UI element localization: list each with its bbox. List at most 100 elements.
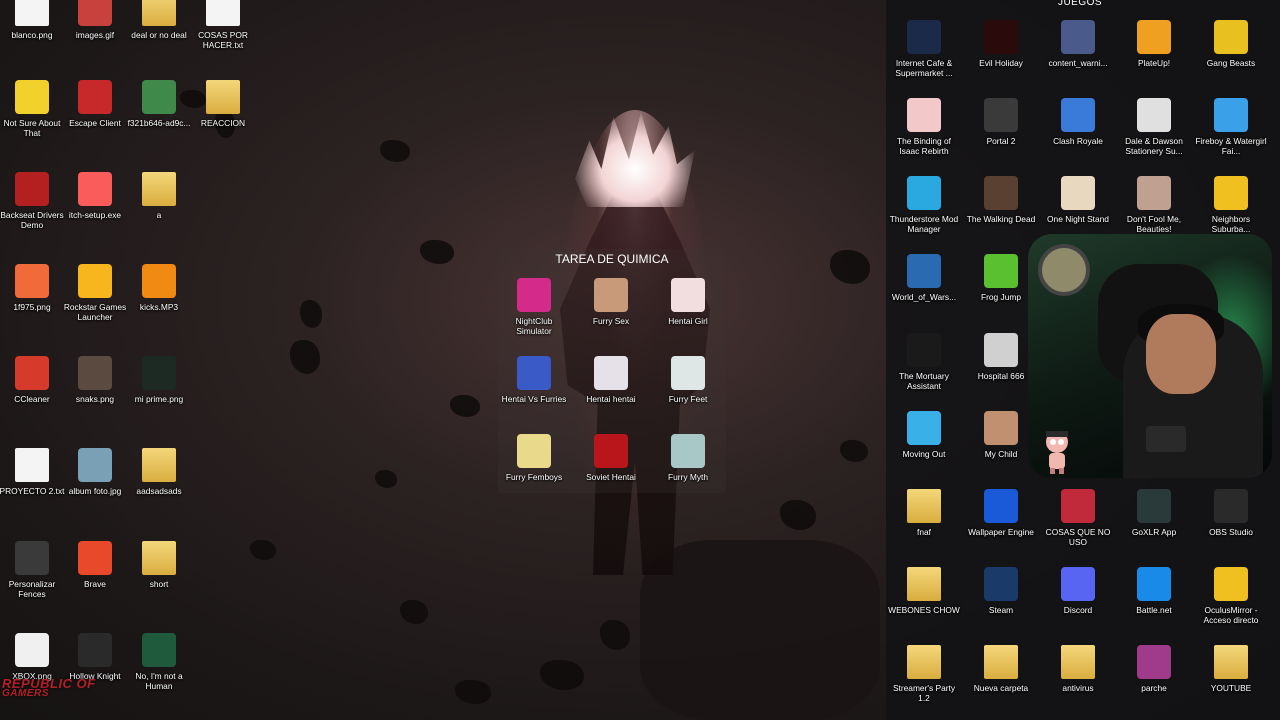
desktop-icon[interactable]: Rockstar Games Launcher bbox=[58, 264, 132, 322]
desktop-icon[interactable]: images.gif bbox=[58, 0, 132, 40]
warning-icon bbox=[1214, 567, 1248, 601]
desktop-icon-label: Fireboy & Watergirl Fai... bbox=[1195, 136, 1267, 156]
desktop-icon-label: Furry Sex bbox=[592, 316, 630, 326]
gang-beasts-icon bbox=[1214, 20, 1248, 54]
desktop-icon[interactable]: OculusMirror - Acceso directo bbox=[1194, 567, 1268, 625]
desktop-icon-label: PlateUp! bbox=[1137, 58, 1171, 68]
desktop-icon[interactable]: f321b646-ad9c... bbox=[122, 80, 196, 128]
desktop-icon[interactable]: Discord bbox=[1041, 567, 1115, 615]
games-panel-title[interactable]: JUEGOS bbox=[1010, 0, 1150, 8]
desktop-icon[interactable]: Hollow Knight bbox=[58, 633, 132, 681]
desktop-icon[interactable]: The Binding of Isaac Rebirth bbox=[887, 98, 961, 156]
desktop-icon[interactable]: Clash Royale bbox=[1041, 98, 1115, 146]
desktop-icon-label: kicks.MP3 bbox=[139, 302, 179, 312]
anime-blonde-icon bbox=[517, 434, 551, 468]
internet-cafe-icon bbox=[907, 20, 941, 54]
desktop-icon[interactable]: content_warni... bbox=[1041, 20, 1115, 68]
desktop-icon[interactable]: Furry Sex bbox=[574, 278, 648, 326]
brave-lion-icon bbox=[78, 541, 112, 575]
desktop-icon[interactable]: Dale & Dawson Stationery Su... bbox=[1117, 98, 1191, 156]
red-hexagon-icon bbox=[78, 80, 112, 114]
desktop-icon[interactable]: mi prime.png bbox=[122, 356, 196, 404]
furry-feet-icon bbox=[671, 356, 705, 390]
desktop-icon[interactable]: Nueva carpeta bbox=[964, 645, 1038, 693]
desktop-icon[interactable]: WEBONES CHOW bbox=[887, 567, 961, 615]
desktop-icon[interactable]: Hentai hentai bbox=[574, 356, 648, 404]
desktop-icon[interactable]: Thunderstore Mod Manager bbox=[887, 176, 961, 234]
desktop-icon[interactable]: Streamer's Party 1.2 bbox=[887, 645, 961, 703]
desktop-icon[interactable]: Hentai Girl bbox=[651, 278, 725, 326]
desktop-icon[interactable]: Don't Fool Me, Beauties! bbox=[1117, 176, 1191, 234]
desktop-icon[interactable]: short bbox=[122, 541, 196, 589]
desktop-icon[interactable]: Portal 2 bbox=[964, 98, 1038, 146]
desktop-icon[interactable]: The Walking Dead bbox=[964, 176, 1038, 224]
desktop-icon[interactable]: The Mortuary Assistant bbox=[887, 333, 961, 391]
desktop-icon[interactable]: Soviet Hentai bbox=[574, 434, 648, 482]
desktop-icon[interactable]: kicks.MP3 bbox=[122, 264, 196, 312]
desktop-icon-label: My Child bbox=[984, 449, 1018, 459]
evil-holiday-icon bbox=[984, 20, 1018, 54]
hot-face-emoji-icon bbox=[15, 264, 49, 298]
desktop-icon[interactable]: Internet Cafe & Supermarket ... bbox=[887, 20, 961, 78]
desktop-icon[interactable]: No, I'm not a Human bbox=[122, 633, 196, 691]
desktop-icon-label: Hospital 666 bbox=[977, 371, 1025, 381]
desktop-icon[interactable]: a bbox=[122, 172, 196, 220]
desktop-icon[interactable]: COSAS POR HACER.txt bbox=[186, 0, 260, 50]
furry-myth-icon bbox=[671, 434, 705, 468]
desktop-icon[interactable]: Escape Client bbox=[58, 80, 132, 128]
desktop-icon[interactable]: One Night Stand bbox=[1041, 176, 1115, 224]
desktop-icon-label: Streamer's Party 1.2 bbox=[892, 683, 956, 703]
desktop-icon[interactable]: deal or no deal bbox=[122, 0, 196, 40]
minecraft-image-icon bbox=[78, 448, 112, 482]
desktop-icon[interactable]: YOUTUBE bbox=[1194, 645, 1268, 693]
winrar-folder-icon bbox=[1061, 489, 1095, 523]
isaac-icon bbox=[907, 98, 941, 132]
desktop-icon[interactable]: Steam bbox=[964, 567, 1038, 615]
desktop-icon[interactable]: snaks.png bbox=[58, 356, 132, 404]
desktop-icon-label: Rockstar Games Launcher bbox=[63, 302, 127, 322]
winrar-icon bbox=[1137, 645, 1171, 679]
desktop-icon[interactable]: Fireboy & Watergirl Fai... bbox=[1194, 98, 1268, 156]
desktop-icon[interactable]: Wallpaper Engine bbox=[964, 489, 1038, 537]
desktop-icon[interactable]: Hospital 666 bbox=[964, 333, 1038, 381]
desktop-icon[interactable]: Moving Out bbox=[887, 411, 961, 459]
desktop-icon[interactable]: Neighbors Suburba... bbox=[1194, 176, 1268, 234]
desktop-icon-label: CCleaner bbox=[14, 394, 50, 404]
white-image-icon bbox=[15, 0, 49, 26]
desktop-icon[interactable]: Furry Feet bbox=[651, 356, 725, 404]
desktop-icon[interactable]: REACCION bbox=[186, 80, 260, 128]
printer-icon bbox=[1137, 98, 1171, 132]
desktop-icon[interactable]: fnaf bbox=[887, 489, 961, 537]
discord-icon bbox=[1061, 567, 1095, 601]
desktop-icon[interactable]: OBS Studio bbox=[1194, 489, 1268, 537]
desktop-icon-label: The Binding of Isaac Rebirth bbox=[896, 136, 951, 156]
desktop-icon[interactable]: Hentai Vs Furries bbox=[497, 356, 571, 404]
desktop-icon[interactable]: Battle.net bbox=[1117, 567, 1191, 615]
desktop-icon[interactable]: PlateUp! bbox=[1117, 20, 1191, 68]
desktop-icon[interactable]: itch-setup.exe bbox=[58, 172, 132, 220]
desktop-icon[interactable]: My Child bbox=[964, 411, 1038, 459]
desktop-icon[interactable]: Evil Holiday bbox=[964, 20, 1038, 68]
desktop-icon[interactable]: Gang Beasts bbox=[1194, 20, 1268, 68]
dark-image-icon bbox=[142, 356, 176, 390]
desktop-icon[interactable]: Furry Femboys bbox=[497, 434, 571, 482]
desktop-icon-label: album foto.jpg bbox=[68, 486, 122, 496]
desktop-icon[interactable]: World_of_Wars... bbox=[887, 254, 961, 302]
desktop-icon[interactable]: GoXLR App bbox=[1117, 489, 1191, 537]
desktop-icon-label: Furry Feet bbox=[668, 394, 708, 404]
desktop-icon[interactable]: NightClub Simulator bbox=[497, 278, 571, 336]
desktop-icon[interactable]: parche bbox=[1117, 645, 1191, 693]
desktop-icon[interactable]: COSAS QUE NO USO bbox=[1041, 489, 1115, 547]
fence-title[interactable]: TAREA DE QUIMICA bbox=[498, 252, 726, 266]
desktop-icon[interactable]: Furry Myth bbox=[651, 434, 725, 482]
desktop-icon[interactable]: album foto.jpg bbox=[58, 448, 132, 496]
desktop-icon[interactable]: aadsadsads bbox=[122, 448, 196, 496]
desktop-icon-label: No, I'm not a Human bbox=[135, 671, 183, 691]
anime-white-hair-icon bbox=[594, 356, 628, 390]
plateup-icon bbox=[1137, 20, 1171, 54]
desktop-icon[interactable]: antivirus bbox=[1041, 645, 1115, 693]
desktop-icon[interactable]: Frog Jump bbox=[964, 254, 1038, 302]
frog-icon bbox=[984, 254, 1018, 288]
desktop-icon[interactable]: Brave bbox=[58, 541, 132, 589]
desktop-icon-label: The Mortuary Assistant bbox=[899, 371, 949, 391]
